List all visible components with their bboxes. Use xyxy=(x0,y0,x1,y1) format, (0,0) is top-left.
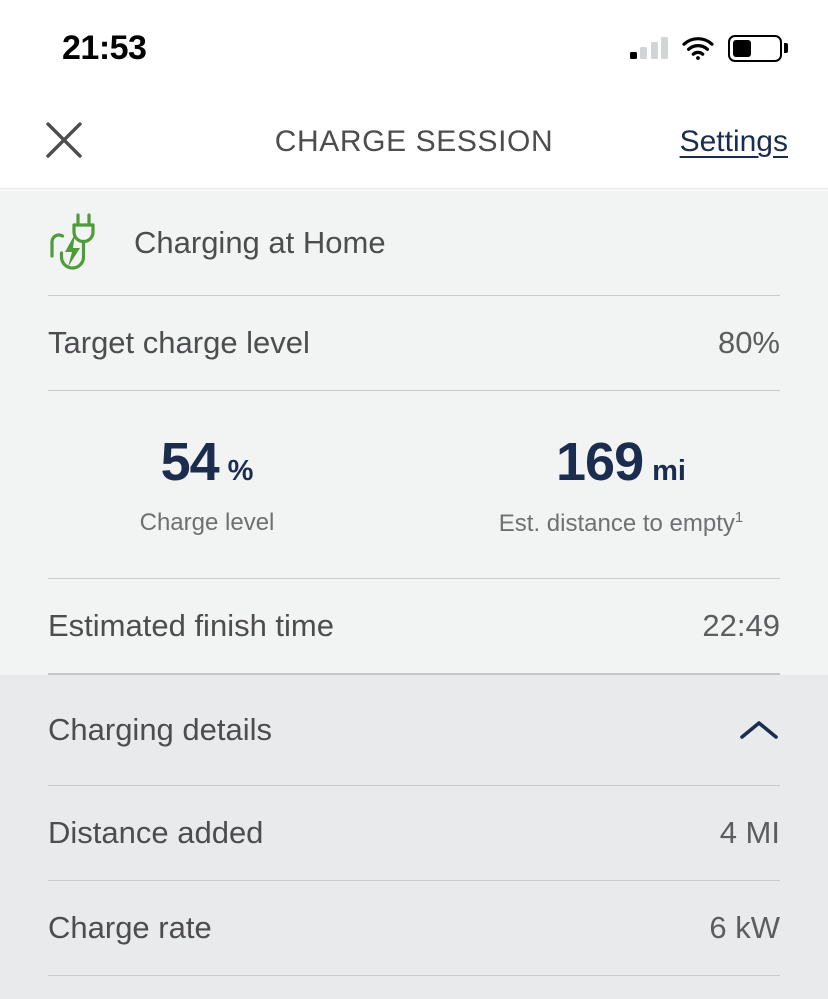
settings-link[interactable]: Settings xyxy=(680,125,788,159)
stat-value: 54 % xyxy=(161,435,254,489)
charging-status-row: Charging at Home xyxy=(48,191,780,295)
target-charge-level-row[interactable]: Target charge level 80% xyxy=(48,296,780,390)
content-area: Charging at Home Target charge level 80%… xyxy=(0,191,828,999)
stat-unit: % xyxy=(227,455,254,487)
wifi-icon xyxy=(682,36,714,60)
stat-value: 169 mi xyxy=(556,435,686,489)
status-bar: 21:53 xyxy=(0,0,828,96)
status-bar-icons xyxy=(629,34,788,62)
detail-row-charge-rate: Charge rate 6 kW xyxy=(48,881,780,975)
stat-number: 54 xyxy=(160,432,220,492)
nav-header: CHARGE SESSION Settings xyxy=(0,96,828,188)
stat-footnote-marker: 1 xyxy=(734,509,744,526)
battery-icon xyxy=(728,34,788,62)
stat-number: 169 xyxy=(556,432,644,492)
detail-label: Charge rate xyxy=(48,910,212,945)
stat-caption-text: Est. distance to empty xyxy=(498,510,735,537)
detail-row-distance-added: Distance added 4 MI xyxy=(48,786,780,880)
stat-caption: Est. distance to empty1 xyxy=(499,509,743,538)
close-icon xyxy=(42,118,86,167)
divider xyxy=(48,975,780,976)
cellular-signal-icon xyxy=(629,37,668,59)
chevron-up-icon[interactable] xyxy=(738,717,780,743)
session-summary-section: Charging at Home Target charge level 80%… xyxy=(0,191,828,675)
detail-value: 6 kW xyxy=(709,910,780,945)
charging-details-toggle[interactable]: Charging details xyxy=(48,675,780,785)
charging-plug-icon xyxy=(48,212,104,274)
stat-unit: mi xyxy=(652,455,686,487)
target-charge-level-value: 80% xyxy=(717,325,780,360)
charging-details-section: Charging details Distance added 4 MI Cha… xyxy=(0,675,828,999)
close-button[interactable] xyxy=(38,116,90,168)
stat-charge-level: 54 % Charge level xyxy=(0,435,414,538)
estimated-finish-time-value: 22:49 xyxy=(702,608,780,643)
charging-status-label: Charging at Home xyxy=(134,225,386,260)
stats-row: 54 % Charge level 169 mi Est. distance t… xyxy=(0,391,828,578)
app-screen: 21:53 CHARGE SESSION Settings Charging a… xyxy=(0,0,828,999)
stat-est-distance-to-empty: 169 mi Est. distance to empty1 xyxy=(414,435,828,538)
estimated-finish-time-label: Estimated finish time xyxy=(48,608,334,643)
stat-caption-text: Charge level xyxy=(139,509,275,536)
detail-label: Distance added xyxy=(48,815,264,850)
detail-value: 4 MI xyxy=(719,815,780,850)
estimated-finish-time-row: Estimated finish time 22:49 xyxy=(48,579,780,673)
status-bar-time: 21:53 xyxy=(62,29,147,67)
charging-details-title: Charging details xyxy=(48,712,273,747)
target-charge-level-label: Target charge level xyxy=(48,325,310,360)
stat-caption: Charge level xyxy=(140,509,275,537)
